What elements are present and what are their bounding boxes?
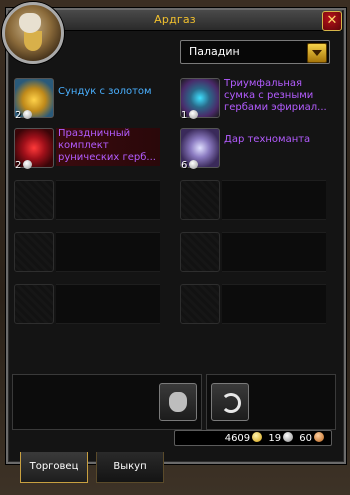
bag-icon bbox=[169, 392, 187, 412]
tab-label: Торговец bbox=[29, 461, 79, 472]
empty-slot-bar bbox=[56, 284, 160, 324]
empty-slot-icon bbox=[180, 180, 220, 220]
empty-slot-bar bbox=[222, 180, 326, 220]
empty-slot-bar bbox=[56, 232, 160, 272]
empty-slot-bar bbox=[222, 284, 326, 324]
repair-button[interactable] bbox=[211, 383, 249, 421]
item-count: 1 bbox=[181, 110, 199, 121]
refresh-icon bbox=[221, 393, 241, 413]
silver-amount: 19 bbox=[268, 433, 282, 444]
tab-label: Выкуп bbox=[113, 461, 147, 472]
empty-slot bbox=[12, 280, 162, 326]
buyback-panel bbox=[206, 374, 336, 430]
empty-slot bbox=[12, 228, 162, 274]
merchant-item[interactable]: Дар техноманта 6 bbox=[178, 124, 328, 171]
merchant-items-grid: Сундук с золотом 2 Триумфальная сумка с … bbox=[12, 72, 330, 368]
merchant-item[interactable]: Сундук с золотом 2 bbox=[12, 74, 162, 121]
gold-coin-icon bbox=[252, 432, 263, 442]
empty-slot bbox=[178, 176, 328, 222]
empty-slot-bar bbox=[222, 232, 326, 272]
money-display: 4609 19 60 bbox=[174, 430, 332, 446]
item-name: Триумфальная сумка с резными гербами эфи… bbox=[224, 78, 327, 113]
empty-slot-icon bbox=[180, 284, 220, 324]
copper-coin-icon bbox=[314, 432, 324, 442]
item-name: Сундук с золотом bbox=[58, 86, 152, 97]
sell-junk-panel bbox=[12, 374, 202, 430]
copper-amount: 60 bbox=[299, 433, 312, 444]
empty-slot bbox=[178, 280, 328, 326]
merchant-item[interactable]: Триумфальная сумка с резными гербами эфи… bbox=[178, 74, 328, 121]
empty-slot-icon bbox=[14, 284, 54, 324]
item-name: Дар техноманта bbox=[224, 134, 311, 145]
close-icon[interactable]: ✕ bbox=[322, 11, 342, 31]
empty-slot-icon bbox=[180, 232, 220, 272]
class-filter-value: Паладин bbox=[189, 45, 240, 58]
merchant-portrait bbox=[2, 2, 64, 64]
tab-buyback[interactable]: Выкуп bbox=[96, 452, 164, 483]
gold-amount: 4609 bbox=[224, 433, 251, 444]
item-count: 2 bbox=[15, 160, 33, 171]
empty-slot-bar bbox=[56, 180, 160, 220]
empty-slot bbox=[178, 228, 328, 274]
chevron-down-icon[interactable] bbox=[307, 43, 327, 63]
item-count: 6 bbox=[181, 160, 199, 171]
silver-coin-icon bbox=[283, 432, 294, 442]
sell-junk-button[interactable] bbox=[159, 383, 197, 421]
empty-slot-icon bbox=[14, 232, 54, 272]
portrait-beard bbox=[24, 31, 42, 51]
empty-slot-icon bbox=[14, 180, 54, 220]
item-name: Праздничный комплект рунических герб... bbox=[58, 128, 156, 163]
tab-merchant[interactable]: Торговец bbox=[20, 452, 88, 483]
item-count: 2 bbox=[15, 110, 33, 121]
merchant-item[interactable]: Праздничный комплект рунических герб... … bbox=[12, 124, 162, 171]
empty-slot bbox=[12, 176, 162, 222]
class-filter-dropdown[interactable]: Паладин bbox=[180, 40, 330, 64]
